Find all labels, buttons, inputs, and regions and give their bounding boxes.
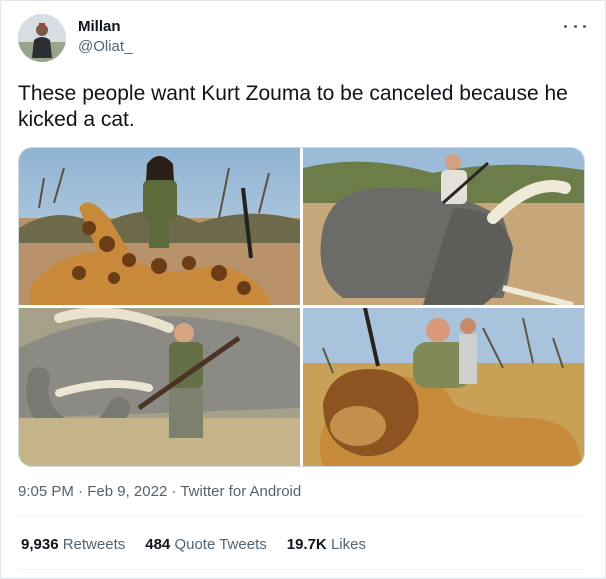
- more-options-icon[interactable]: [564, 18, 586, 34]
- likes-count: 19.7K: [286, 536, 327, 553]
- display-name[interactable]: Millan: [78, 18, 121, 35]
- tweet-meta: 9:05 PM · Feb 9, 2022 · Twitter for Andr…: [18, 483, 301, 500]
- retweets-stat[interactable]: 9,936 Retweets: [21, 536, 125, 553]
- elephant-hunt-photo[interactable]: [303, 148, 584, 305]
- giraffe-hunt-photo[interactable]: [19, 148, 300, 305]
- likes-label: Likes: [330, 536, 366, 553]
- divider: [18, 569, 584, 570]
- retweets-label: Retweets: [62, 536, 126, 553]
- retweets-count: 9,936: [21, 536, 59, 553]
- tweet-date[interactable]: Feb 9, 2022: [87, 483, 167, 500]
- user-handle[interactable]: @Oliat_: [78, 38, 132, 55]
- tweet-source[interactable]: Twitter for Android: [180, 483, 301, 500]
- quote-tweets-label: Quote Tweets: [174, 536, 267, 553]
- tweet-card: Millan @Oliat_ These people want Kurt Zo…: [0, 0, 606, 579]
- meta-separator: ·: [167, 483, 181, 500]
- tweet-text: These people want Kurt Zouma to be cance…: [18, 82, 568, 131]
- elephant-hunt-photo-2[interactable]: [19, 308, 300, 466]
- avatar[interactable]: [18, 14, 66, 62]
- likes-stat[interactable]: 19.7K Likes: [287, 536, 366, 553]
- media-grid: [18, 147, 585, 467]
- quote-tweets-stat[interactable]: 484 Quote Tweets: [145, 536, 266, 553]
- quote-tweets-count: 484: [145, 536, 171, 553]
- tweet-time[interactable]: 9:05 PM: [18, 483, 74, 500]
- meta-separator: ·: [73, 483, 88, 500]
- tweet-stats: 9,936 Retweets 484 Quote Tweets 19.7K Li…: [21, 536, 366, 553]
- lion-hunt-photo[interactable]: [303, 308, 584, 466]
- divider: [18, 515, 584, 516]
